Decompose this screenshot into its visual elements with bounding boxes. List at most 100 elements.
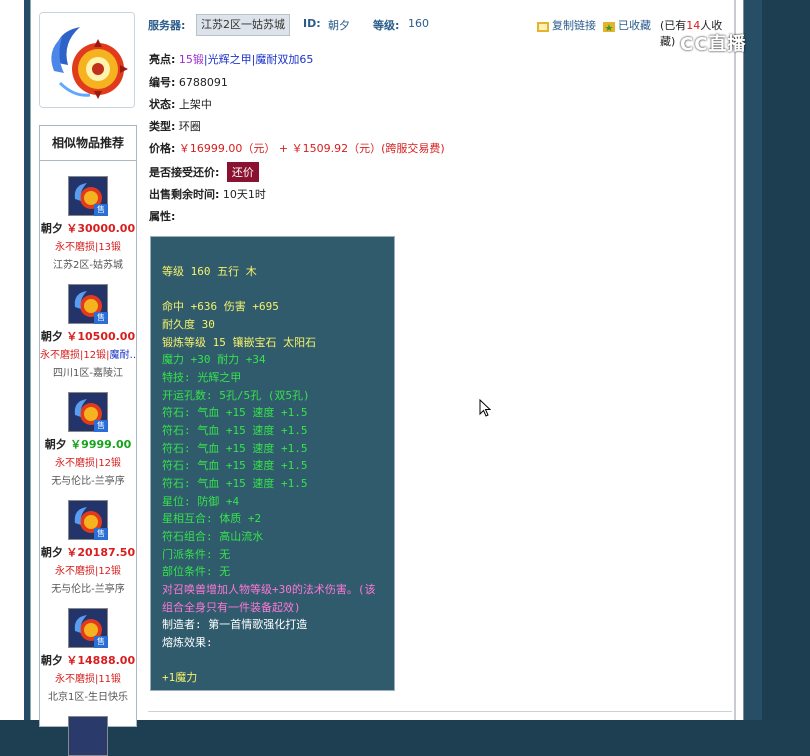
price-row: 价格: ￥16999.00（元） + ￥1509.92（元）(跨服交易费) [149,140,445,156]
attr-line: 符石: 气血 +15 速度 +1.5 [162,442,308,455]
remaining-time-label: 出售剩余时间: [149,188,220,201]
attr-line: 命中 +636 伤害 +695 [162,300,279,313]
type-label: 类型: [149,120,176,133]
counter-offer-label: 是否接受还价: [149,166,220,179]
item-thumbnail[interactable]: 售 [68,392,108,432]
similar-item[interactable]: 售 朝夕 ￥14888.00 永不磨损|11锻 北京1区-生日快乐 [40,608,136,703]
status-label: 状态: [149,98,176,111]
number-row: 编号: 6788091 [149,74,228,90]
price-label: 价格: [149,142,176,155]
number-value: 6788091 [178,76,228,89]
favorite-label: 已收藏 [618,19,651,32]
status-row: 状态: 上架中 [149,96,212,112]
item-thumbnail[interactable]: 售 [68,176,108,216]
item-server: 无与伦比-兰亭序 [51,476,125,487]
favorite-button[interactable]: 已收藏 [603,17,651,33]
attr-line: 符石: 气血 +15 速度 +1.5 [162,477,308,490]
item-price: ￥9999.00 [70,438,132,451]
similar-item[interactable]: 售 朝夕 ￥20187.50 永不磨损|12锻 无与伦比-兰亭序 [40,500,136,595]
item-price: ￥10500.00 [66,330,136,343]
attributes-row: 属性: [149,208,175,224]
highlight-label: 亮点: [149,53,176,66]
copy-link-icon [537,21,549,32]
attr-line: 符石组合: 高山流水 [162,530,264,543]
item-server: 北京1区-生日快乐 [48,692,128,703]
item-price: ￥30000.00 [66,222,136,235]
highlight-item[interactable]: 光辉之甲 [208,53,252,66]
attributes-label: 属性: [149,210,176,223]
page-divider [734,0,736,720]
attr-line: 对召唤兽增加人物等级+30的法术伤害。(该 [162,583,376,596]
attr-line: 组合全身只有一件装备起效) [162,601,301,614]
highlight-item[interactable]: 魔耐双加65 [255,53,313,66]
attr-line: 制造者: 第一首情歌强化打造 [162,618,308,631]
counter-offer-button[interactable]: 还价 [226,162,259,182]
item-tags: 永不磨损|12锻 [54,458,122,469]
seller-name: 朝夕 [40,546,63,559]
attr-line: 星位: 防御 +4 [162,495,240,508]
sell-badge: 售 [94,420,108,432]
server-label: 服务器: [148,19,186,32]
attr-line: 符石: 气血 +15 速度 +1.5 [162,406,308,419]
favorite-icon [603,21,615,32]
seller-name: 朝夕 [40,330,63,343]
highlight-row: 亮点: 15锻|光辉之甲|魔耐双加65 [149,53,314,66]
similar-items-sidebar: 相似物品推荐 售 朝夕 ￥30000.00 永不磨损|13锻 江苏2区-姑苏城 … [39,125,137,756]
item-price: ￥14888.00 [66,654,136,667]
attr-line: 星相互合: 体质 +2 [162,512,262,525]
similar-item[interactable]: 售 朝夕 ￥10500.00 永不磨损|12锻|魔耐… 四川1区-嘉陵江 [40,284,136,379]
id-label: ID: [303,17,321,30]
sell-badge: 售 [94,312,108,324]
type-value: 环圈 [178,120,201,133]
item-thumbnail[interactable] [68,716,108,756]
mouse-cursor-icon [479,398,492,420]
attr-line: 符石: 气血 +15 速度 +1.5 [162,424,308,437]
server-value: 江苏2区一姑苏城 [196,14,290,36]
similar-item[interactable]: 售 朝夕 ￥9999.00 永不磨损|12锻 无与伦比-兰亭序 [40,392,136,487]
item-server: 四川1区-嘉陵江 [53,368,123,379]
attributes-panel: 等级 160 五行 木 命中 +636 伤害 +695 耐久度 30 锻炼等级 … [150,236,395,691]
right-background [762,0,810,720]
seller-name: 朝夕 [40,222,63,235]
item-server: 江苏2区-姑苏城 [53,260,123,271]
item-server: 无与伦比-兰亭序 [51,584,125,595]
attr-line: 开运孔数: 5孔/5孔 (双5孔) [162,389,310,402]
seller-name: 朝夕 [40,654,63,667]
item-tags-extra: 魔耐… [109,350,136,361]
item-tags: 永不磨损|12锻| [40,350,110,361]
section-divider [148,711,732,712]
item-thumbnail[interactable]: 售 [68,500,108,540]
item-thumbnail[interactable]: 售 [68,284,108,324]
attr-line: 门派条件: 无 [162,548,231,561]
item-tags: 永不磨损|13锻 [54,242,122,253]
attr-line: 魔力 +30 耐力 +34 [162,353,266,366]
fee-value: ￥1509.92（元）(跨服交易费) [291,142,445,155]
item-thumbnail[interactable]: 售 [68,608,108,648]
item-tags: 永不磨损|11锻 [54,674,122,685]
attr-line: 熔炼效果: [162,636,213,649]
number-label: 编号: [149,76,176,89]
attr-line: 耐久度 30 [162,318,215,331]
type-row: 类型: 环圈 [149,118,201,134]
item-tags: 永不磨损|12锻 [54,566,122,577]
right-strip [744,0,762,720]
similar-item[interactable]: 售 朝夕 ￥30000.00 永不磨损|13锻 江苏2区-姑苏城 [40,176,136,271]
attr-line: 特技: 光辉之甲 [162,371,242,384]
item-price: ￥20187.50 [66,546,136,559]
attr-line: 符石: 气血 +15 速度 +1.5 [162,459,308,472]
ring-item-image [40,13,134,107]
similar-item-partial[interactable] [40,716,136,756]
attr-line: 等级 160 五行 木 [162,265,257,278]
id-value: 朝夕 [328,19,350,32]
level-value: 160 [408,17,429,30]
sell-badge: 售 [94,528,108,540]
item-avatar[interactable] [39,12,135,108]
remaining-time-row: 出售剩余时间: 10天1时 [149,186,266,202]
highlight-item[interactable]: 15锻 [179,53,204,66]
item-header-bar: 服务器: 江苏2区一姑苏城 ID: 朝夕 等级: 160 复制链接 已收藏 (已… [148,12,730,48]
copy-link-button[interactable]: 复制链接 [537,17,596,33]
sell-badge: 售 [94,636,108,648]
price-value: ￥16999.00（元） [178,142,276,155]
copy-link-label: 复制链接 [552,19,596,32]
counter-offer-row: 是否接受还价: 还价 [149,162,259,182]
